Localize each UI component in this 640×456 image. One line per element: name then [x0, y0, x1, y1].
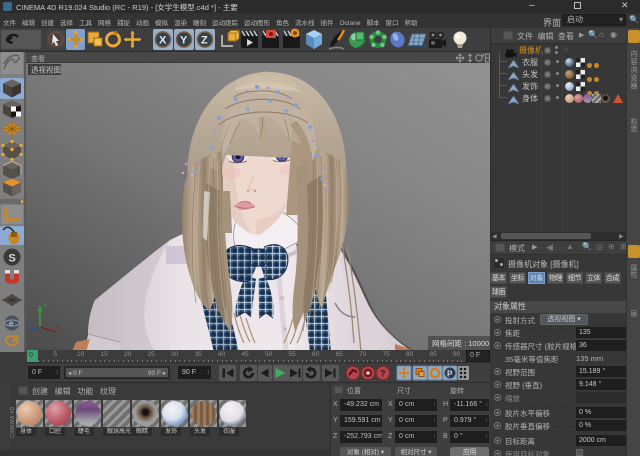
svg-text:Z: Z [27, 321, 31, 327]
svg-text:网格间距 : 10000 cm: 网格间距 : 10000 cm [432, 338, 490, 348]
svg-text:e: e [9, 319, 14, 328]
svg-text:P: P [447, 370, 453, 379]
svg-text:透视视图: 透视视图 [31, 65, 61, 75]
svg-text:Y: Y [180, 35, 188, 47]
svg-text:?: ? [380, 369, 386, 379]
svg-text:X: X [159, 35, 167, 47]
svg-text:X: X [56, 325, 60, 331]
svg-text:Z: Z [201, 35, 208, 47]
svg-text:S: S [9, 253, 16, 265]
svg-text:Y: Y [43, 304, 47, 310]
